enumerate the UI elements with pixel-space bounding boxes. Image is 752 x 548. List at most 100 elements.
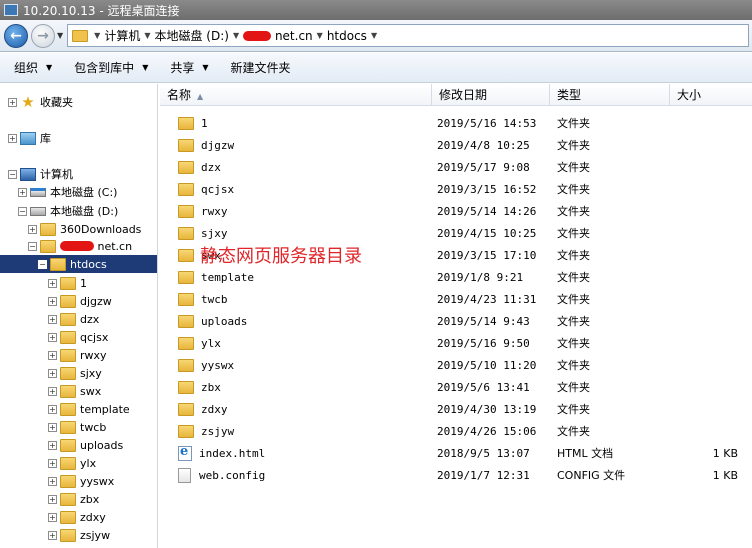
column-header-date[interactable]: 修改日期 xyxy=(432,84,550,106)
folder-icon xyxy=(178,204,194,218)
breadcrumb-htdocs[interactable]: htdocs xyxy=(327,29,367,43)
nav-libraries[interactable]: + 库 xyxy=(8,129,51,147)
nav-item-1[interactable]: +1 xyxy=(48,274,87,292)
nav-360downloads[interactable]: + 360Downloads xyxy=(28,220,141,238)
breadcrumb-site[interactable]: net.cn xyxy=(243,29,313,43)
file-row[interactable]: djgzw 2019/4/8 10:25 文件夹 xyxy=(160,134,752,156)
nav-item-dzx[interactable]: + dzx xyxy=(48,310,99,328)
expand-icon[interactable]: + xyxy=(48,296,57,306)
file-row[interactable]: 1 2019/5/16 14:53 文件夹 xyxy=(160,112,752,134)
file-row[interactable]: yyswx 2019/5/10 11:20 文件夹 xyxy=(160,354,752,376)
expand-icon[interactable]: + xyxy=(48,494,57,504)
file-row[interactable]: ylx 2019/5/16 9:50 文件夹 xyxy=(160,332,752,354)
nav-drive-d[interactable]: − 本地磁盘 (D:) xyxy=(18,202,118,220)
expand-icon[interactable]: + xyxy=(48,386,57,396)
collapse-icon[interactable]: − xyxy=(38,259,47,269)
column-header-size[interactable]: 大小 xyxy=(670,84,752,106)
expand-icon[interactable]: + xyxy=(48,440,57,450)
collapse-icon[interactable]: − xyxy=(18,206,27,216)
breadcrumb-separator-icon[interactable]: ▼ xyxy=(144,31,150,40)
nav-item-ylx[interactable]: + ylx xyxy=(48,454,96,472)
new-folder-button[interactable]: 新建文件夹 xyxy=(223,57,299,79)
collapse-icon[interactable]: − xyxy=(8,169,17,179)
nav-item-twcb[interactable]: + twcb xyxy=(48,418,106,436)
file-type: 文件夹 xyxy=(557,381,590,394)
organize-button[interactable]: 组织 ▼ xyxy=(6,57,60,79)
nav-item-rwxy[interactable]: + rwxy xyxy=(48,346,107,364)
file-row[interactable]: zbx 2019/5/6 13:41 文件夹 xyxy=(160,376,752,398)
expand-icon[interactable]: + xyxy=(48,404,57,414)
file-row[interactable]: index.html 2018/9/5 13:07 HTML 文档 1 KB xyxy=(160,442,752,464)
nav-item-uploads[interactable]: + uploads xyxy=(48,436,123,454)
history-dropdown-icon[interactable]: ▼ xyxy=(57,31,63,40)
nav-site-folder[interactable]: − net.cn xyxy=(28,237,132,255)
nav-item-yyswx[interactable]: + yyswx xyxy=(48,472,114,490)
nav-item-template[interactable]: + template xyxy=(48,400,130,418)
nav-drive-c[interactable]: + 本地磁盘 (C:) xyxy=(18,183,117,201)
share-button[interactable]: 共享 ▼ xyxy=(162,57,216,79)
breadcrumb-separator-icon[interactable]: ▼ xyxy=(233,31,239,40)
expand-icon[interactable]: + xyxy=(48,512,57,522)
address-box[interactable]: ▼ 计算机 ▼ 本地磁盘 (D:) ▼ net.cn ▼ htdocs ▼ xyxy=(67,24,749,47)
nav-item-sjxy[interactable]: + sjxy xyxy=(48,364,102,382)
nav-computer[interactable]: − 计算机 xyxy=(8,165,73,183)
back-button[interactable]: ← xyxy=(4,23,28,48)
expand-icon[interactable]: + xyxy=(48,530,57,540)
nav-favorites[interactable]: + ★ 收藏夹 xyxy=(8,93,73,111)
command-bar: 组织 ▼ 包含到库中 ▼ 共享 ▼ 新建文件夹 xyxy=(0,53,752,83)
file-row[interactable]: qcjsx 2019/3/15 16:52 文件夹 xyxy=(160,178,752,200)
expand-icon[interactable]: + xyxy=(48,422,57,432)
expand-icon[interactable]: + xyxy=(28,224,37,234)
expand-icon[interactable]: + xyxy=(48,350,57,360)
nav-item-zbx[interactable]: + zbx xyxy=(48,490,99,508)
file-row[interactable]: rwxy 2019/5/14 14:26 文件夹 xyxy=(160,200,752,222)
nav-item-djgzw[interactable]: + djgzw xyxy=(48,292,112,310)
breadcrumb-separator-icon[interactable]: ▼ xyxy=(317,31,323,40)
file-name: djgzw xyxy=(160,138,430,152)
remote-desktop-icon xyxy=(4,4,18,16)
expand-icon[interactable]: + xyxy=(48,458,57,468)
nav-htdocs[interactable]: − htdocs xyxy=(0,255,157,273)
file-date: 2019/1/8 9:21 xyxy=(437,270,524,284)
expand-icon[interactable]: + xyxy=(8,133,17,143)
column-header-name[interactable]: 名称 ▲ xyxy=(160,84,432,106)
file-row[interactable]: sjxy 2019/4/15 10:25 文件夹 xyxy=(160,222,752,244)
expand-icon[interactable]: + xyxy=(8,97,17,107)
nav-item-zsjyw[interactable]: + zsjyw xyxy=(48,526,110,544)
file-row[interactable]: web.config 2019/1/7 12:31 CONFIG 文件 1 KB xyxy=(160,464,752,486)
file-date: 2019/4/15 10:25 xyxy=(437,226,537,240)
folder-icon xyxy=(60,438,76,452)
expand-icon[interactable]: + xyxy=(48,278,57,288)
forward-button[interactable]: → xyxy=(31,23,55,48)
expand-icon[interactable]: + xyxy=(48,314,57,324)
folder-icon xyxy=(178,160,194,174)
expand-icon[interactable]: + xyxy=(48,476,57,486)
file-row[interactable]: zdxy 2019/4/30 13:19 文件夹 xyxy=(160,398,752,420)
column-header-type[interactable]: 类型 xyxy=(550,84,670,106)
file-date: 2018/9/5 13:07 xyxy=(437,446,530,460)
file-date: 2019/3/15 16:52 xyxy=(437,182,537,196)
nav-item-zdxy[interactable]: + zdxy xyxy=(48,508,106,526)
breadcrumb-computer[interactable]: 计算机 xyxy=(104,27,140,44)
star-icon: ★ xyxy=(21,92,35,111)
folder-icon xyxy=(60,294,76,308)
file-row[interactable]: zsjyw 2019/4/26 15:06 文件夹 xyxy=(160,420,752,442)
nav-item-swx[interactable]: + swx xyxy=(48,382,101,400)
file-size: 1 KB xyxy=(712,446,738,460)
breadcrumb-drive-d[interactable]: 本地磁盘 (D:) xyxy=(154,27,228,44)
chevron-down-icon: ▼ xyxy=(46,63,53,72)
expand-icon[interactable]: + xyxy=(48,368,57,378)
expand-icon[interactable]: + xyxy=(48,332,57,342)
chevron-down-icon[interactable]: ▼ xyxy=(94,31,100,40)
nav-item-qcjsx[interactable]: + qcjsx xyxy=(48,328,108,346)
navigation-pane[interactable]: + ★ 收藏夹 + 库 − 计算机 + 本地磁盘 (C:) − 本地磁盘 (D:… xyxy=(0,84,158,548)
breadcrumb-separator-icon[interactable]: ▼ xyxy=(371,31,377,40)
include-in-library-button[interactable]: 包含到库中 ▼ xyxy=(66,57,156,79)
file-row[interactable]: template 2019/1/8 9:21 文件夹 xyxy=(160,266,752,288)
collapse-icon[interactable]: − xyxy=(28,241,37,251)
file-list-pane[interactable]: 名称 ▲ 修改日期 类型 大小 1 2019/5/16 14:53 文件夹 djgzw 2… xyxy=(160,84,752,548)
file-row[interactable]: twcb 2019/4/23 11:31 文件夹 xyxy=(160,288,752,310)
file-row[interactable]: uploads 2019/5/14 9:43 文件夹 xyxy=(160,310,752,332)
file-row[interactable]: dzx 2019/5/17 9:08 文件夹 xyxy=(160,156,752,178)
expand-icon[interactable]: + xyxy=(18,187,27,197)
